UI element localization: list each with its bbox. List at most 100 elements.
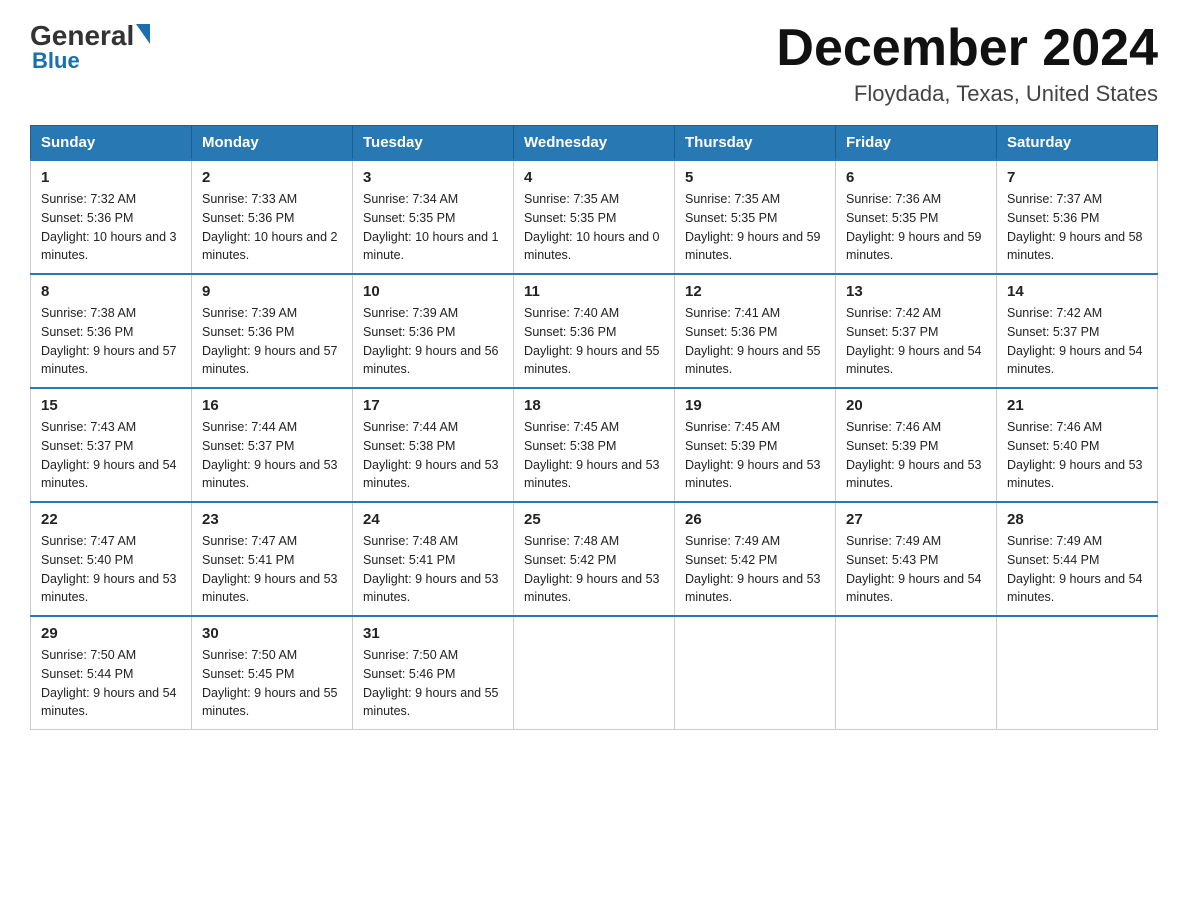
day-info: Sunrise: 7:40 AMSunset: 5:36 PMDaylight:… — [524, 304, 664, 379]
day-number: 26 — [685, 511, 825, 528]
day-number: 25 — [524, 511, 664, 528]
day-info: Sunrise: 7:45 AMSunset: 5:39 PMDaylight:… — [685, 418, 825, 493]
day-cell-10: 10Sunrise: 7:39 AMSunset: 5:36 PMDayligh… — [353, 274, 514, 388]
day-number: 27 — [846, 511, 986, 528]
day-cell-21: 21Sunrise: 7:46 AMSunset: 5:40 PMDayligh… — [997, 388, 1158, 502]
day-number: 21 — [1007, 397, 1147, 414]
logo-triangle-icon — [136, 24, 150, 44]
day-number: 9 — [202, 283, 342, 300]
day-cell-27: 27 Sunrise: 7:49 AMSunset: 5:43 PMDayligh… — [836, 502, 997, 616]
day-info: Sunrise: 7:50 AMSunset: 5:44 PMDaylight:… — [41, 646, 181, 721]
day-header-thursday: Thursday — [675, 126, 836, 161]
day-info: Sunrise: 7:41 AMSunset: 5:36 PMDaylight:… — [685, 304, 825, 379]
day-header-tuesday: Tuesday — [353, 126, 514, 161]
day-cell-1: 1Sunrise: 7:32 AMSunset: 5:36 PMDaylight… — [31, 160, 192, 274]
day-cell-2: 2 Sunrise: 7:33 AMSunset: 5:36 PMDaylight… — [192, 160, 353, 274]
day-info: Sunrise: 7:47 AMSunset: 5:41 PMDaylight:… — [202, 532, 342, 607]
day-cell-5: 5Sunrise: 7:35 AMSunset: 5:35 PMDaylight… — [675, 160, 836, 274]
day-number: 16 — [202, 397, 342, 414]
empty-cell — [997, 616, 1158, 730]
day-info: Sunrise: 7:45 AMSunset: 5:38 PMDaylight:… — [524, 418, 664, 493]
calendar-table: SundayMondayTuesdayWednesdayThursdayFrid… — [30, 125, 1158, 730]
day-info: Sunrise: 7:39 AMSunset: 5:36 PMDaylight:… — [202, 304, 342, 379]
day-info: Sunrise: 7:47 AMSunset: 5:40 PMDaylight:… — [41, 532, 181, 607]
day-number: 15 — [41, 397, 181, 414]
day-info: Sunrise: 7:48 AMSunset: 5:41 PMDaylight:… — [363, 532, 503, 607]
day-number: 4 — [524, 169, 664, 186]
day-info: Sunrise: 7:44 AMSunset: 5:37 PMDaylight:… — [202, 418, 342, 493]
day-cell-23: 23 Sunrise: 7:47 AMSunset: 5:41 PMDayligh… — [192, 502, 353, 616]
day-number: 10 — [363, 283, 503, 300]
day-number: 30 — [202, 625, 342, 642]
day-cell-25: 25 Sunrise: 7:48 AMSunset: 5:42 PMDayligh… — [514, 502, 675, 616]
day-cell-26: 26 Sunrise: 7:49 AMSunset: 5:42 PMDayligh… — [675, 502, 836, 616]
day-info: Sunrise: 7:49 AMSunset: 5:42 PMDaylight:… — [685, 532, 825, 607]
day-cell-24: 24 Sunrise: 7:48 AMSunset: 5:41 PMDayligh… — [353, 502, 514, 616]
day-cell-11: 11Sunrise: 7:40 AMSunset: 5:36 PMDayligh… — [514, 274, 675, 388]
day-info: Sunrise: 7:44 AMSunset: 5:38 PMDaylight:… — [363, 418, 503, 493]
day-number: 29 — [41, 625, 181, 642]
day-header-friday: Friday — [836, 126, 997, 161]
day-info: Sunrise: 7:32 AMSunset: 5:36 PMDaylight:… — [41, 190, 181, 265]
day-cell-13: 13 Sunrise: 7:42 AMSunset: 5:37 PMDayligh… — [836, 274, 997, 388]
day-cell-22: 22 Sunrise: 7:47 AMSunset: 5:40 PMDayligh… — [31, 502, 192, 616]
day-cell-20: 20 Sunrise: 7:46 AMSunset: 5:39 PMDayligh… — [836, 388, 997, 502]
day-number: 31 — [363, 625, 503, 642]
day-number: 28 — [1007, 511, 1147, 528]
empty-cell — [514, 616, 675, 730]
day-header-wednesday: Wednesday — [514, 126, 675, 161]
day-cell-19: 19 Sunrise: 7:45 AMSunset: 5:39 PMDayligh… — [675, 388, 836, 502]
day-cell-7: 7Sunrise: 7:37 AMSunset: 5:36 PMDaylight… — [997, 160, 1158, 274]
day-info: Sunrise: 7:42 AMSunset: 5:37 PMDaylight:… — [846, 304, 986, 379]
day-cell-14: 14 Sunrise: 7:42 AMSunset: 5:37 PMDayligh… — [997, 274, 1158, 388]
day-info: Sunrise: 7:42 AMSunset: 5:37 PMDaylight:… — [1007, 304, 1147, 379]
day-info: Sunrise: 7:43 AMSunset: 5:37 PMDaylight:… — [41, 418, 181, 493]
day-cell-12: 12Sunrise: 7:41 AMSunset: 5:36 PMDayligh… — [675, 274, 836, 388]
day-number: 3 — [363, 169, 503, 186]
day-info: Sunrise: 7:34 AMSunset: 5:35 PMDaylight:… — [363, 190, 503, 265]
day-info: Sunrise: 7:36 AMSunset: 5:35 PMDaylight:… — [846, 190, 986, 265]
day-cell-3: 3 Sunrise: 7:34 AMSunset: 5:35 PMDaylight… — [353, 160, 514, 274]
day-number: 18 — [524, 397, 664, 414]
day-cell-4: 4 Sunrise: 7:35 AMSunset: 5:35 PMDaylight… — [514, 160, 675, 274]
day-info: Sunrise: 7:50 AMSunset: 5:46 PMDaylight:… — [363, 646, 503, 721]
month-title: December 2024 — [776, 20, 1158, 77]
day-header-sunday: Sunday — [31, 126, 192, 161]
day-number: 7 — [1007, 169, 1147, 186]
day-cell-28: 28 Sunrise: 7:49 AMSunset: 5:44 PMDayligh… — [997, 502, 1158, 616]
empty-cell — [836, 616, 997, 730]
day-number: 2 — [202, 169, 342, 186]
week-row-5: 29 Sunrise: 7:50 AMSunset: 5:44 PMDayligh… — [31, 616, 1158, 730]
day-cell-16: 16 Sunrise: 7:44 AMSunset: 5:37 PMDayligh… — [192, 388, 353, 502]
day-info: Sunrise: 7:48 AMSunset: 5:42 PMDaylight:… — [524, 532, 664, 607]
day-number: 23 — [202, 511, 342, 528]
day-number: 24 — [363, 511, 503, 528]
day-info: Sunrise: 7:35 AMSunset: 5:35 PMDaylight:… — [524, 190, 664, 265]
day-info: Sunrise: 7:49 AMSunset: 5:43 PMDaylight:… — [846, 532, 986, 607]
day-cell-18: 18 Sunrise: 7:45 AMSunset: 5:38 PMDayligh… — [514, 388, 675, 502]
empty-cell — [675, 616, 836, 730]
logo-blue-text: Blue — [32, 48, 80, 74]
day-info: Sunrise: 7:49 AMSunset: 5:44 PMDaylight:… — [1007, 532, 1147, 607]
day-number: 20 — [846, 397, 986, 414]
day-cell-15: 15 Sunrise: 7:43 AMSunset: 5:37 PMDayligh… — [31, 388, 192, 502]
day-cell-9: 9 Sunrise: 7:39 AMSunset: 5:36 PMDaylight… — [192, 274, 353, 388]
day-cell-29: 29 Sunrise: 7:50 AMSunset: 5:44 PMDayligh… — [31, 616, 192, 730]
day-number: 5 — [685, 169, 825, 186]
week-row-4: 22 Sunrise: 7:47 AMSunset: 5:40 PMDayligh… — [31, 502, 1158, 616]
header-row: SundayMondayTuesdayWednesdayThursdayFrid… — [31, 126, 1158, 161]
title-block: December 2024 Floydada, Texas, United St… — [776, 20, 1158, 107]
day-number: 19 — [685, 397, 825, 414]
day-number: 13 — [846, 283, 986, 300]
day-number: 17 — [363, 397, 503, 414]
day-info: Sunrise: 7:33 AMSunset: 5:36 PMDaylight:… — [202, 190, 342, 265]
logo: General Blue — [30, 20, 150, 74]
day-number: 14 — [1007, 283, 1147, 300]
day-number: 8 — [41, 283, 181, 300]
day-info: Sunrise: 7:46 AMSunset: 5:39 PMDaylight:… — [846, 418, 986, 493]
page-header: General Blue December 2024 Floydada, Tex… — [30, 20, 1158, 107]
day-number: 22 — [41, 511, 181, 528]
day-info: Sunrise: 7:38 AMSunset: 5:36 PMDaylight:… — [41, 304, 181, 379]
day-number: 6 — [846, 169, 986, 186]
day-header-saturday: Saturday — [997, 126, 1158, 161]
